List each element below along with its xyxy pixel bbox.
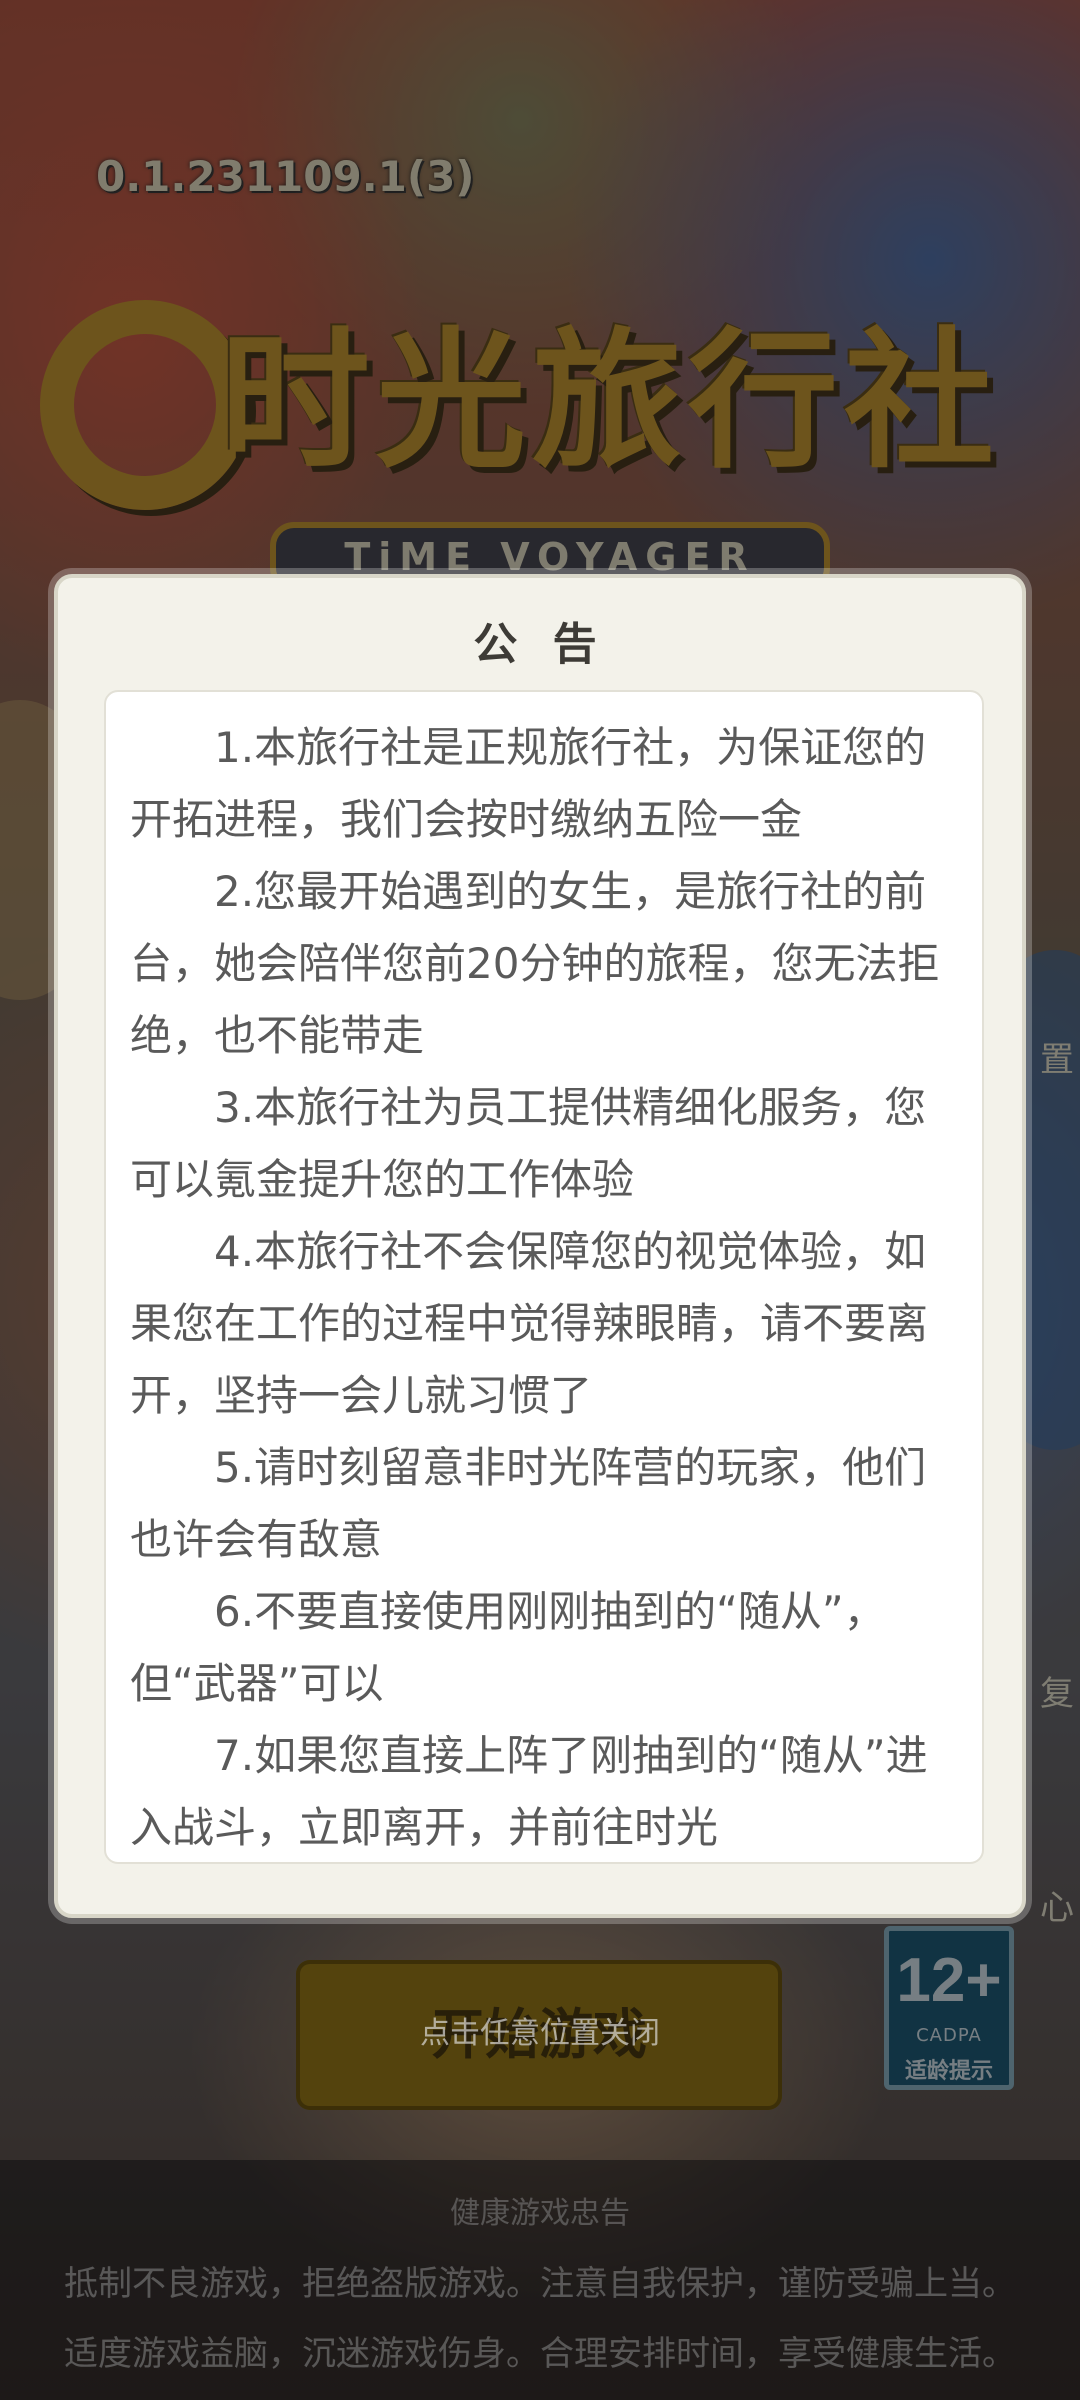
announcement-content: 1.本旅行社是正规旅行社，为保证您的开拓进程，我们会按时缴纳五险一金 2.您最开… [130, 712, 962, 1862]
announcement-item: 2.您最开始遇到的女生，是旅行社的前台，她会陪伴您前20分钟的旅程，您无法拒绝，… [130, 867, 940, 1060]
dialog-title: 公 告 [473, 619, 607, 670]
announcement-item: 1.本旅行社是正规旅行社，为保证您的开拓进程，我们会按时缴纳五险一金 [130, 723, 927, 844]
announcement-item: 4.本旅行社不会保障您的视觉体验，如果您在工作的过程中觉得辣眼睛，请不要离开，坚… [130, 1227, 929, 1420]
announcement-scroll-area[interactable]: 1.本旅行社是正规旅行社，为保证您的开拓进程，我们会按时缴纳五险一金 2.您最开… [104, 690, 984, 1864]
tap-to-close-hint: 点击任意位置关闭 [420, 2016, 660, 2051]
announcement-item: 5.请时刻留意非时光阵营的玩家，他们也许会有敌意 [130, 1443, 927, 1564]
announcement-item: 7.如果您直接上阵了刚抽到的“随从”进入战斗，立即离开，并前往时光 [130, 1731, 928, 1852]
announcement-item: 6.不要直接使用刚刚抽到的“随从”，但“武器”可以 [130, 1587, 886, 1708]
announcement-item: 3.本旅行社为员工提供精细化服务，您可以氪金提升您的工作体验 [130, 1083, 927, 1204]
announcement-dialog: 公 告 1.本旅行社是正规旅行社，为保证您的开拓进程，我们会按时缴纳五险一金 2… [54, 574, 1026, 1918]
